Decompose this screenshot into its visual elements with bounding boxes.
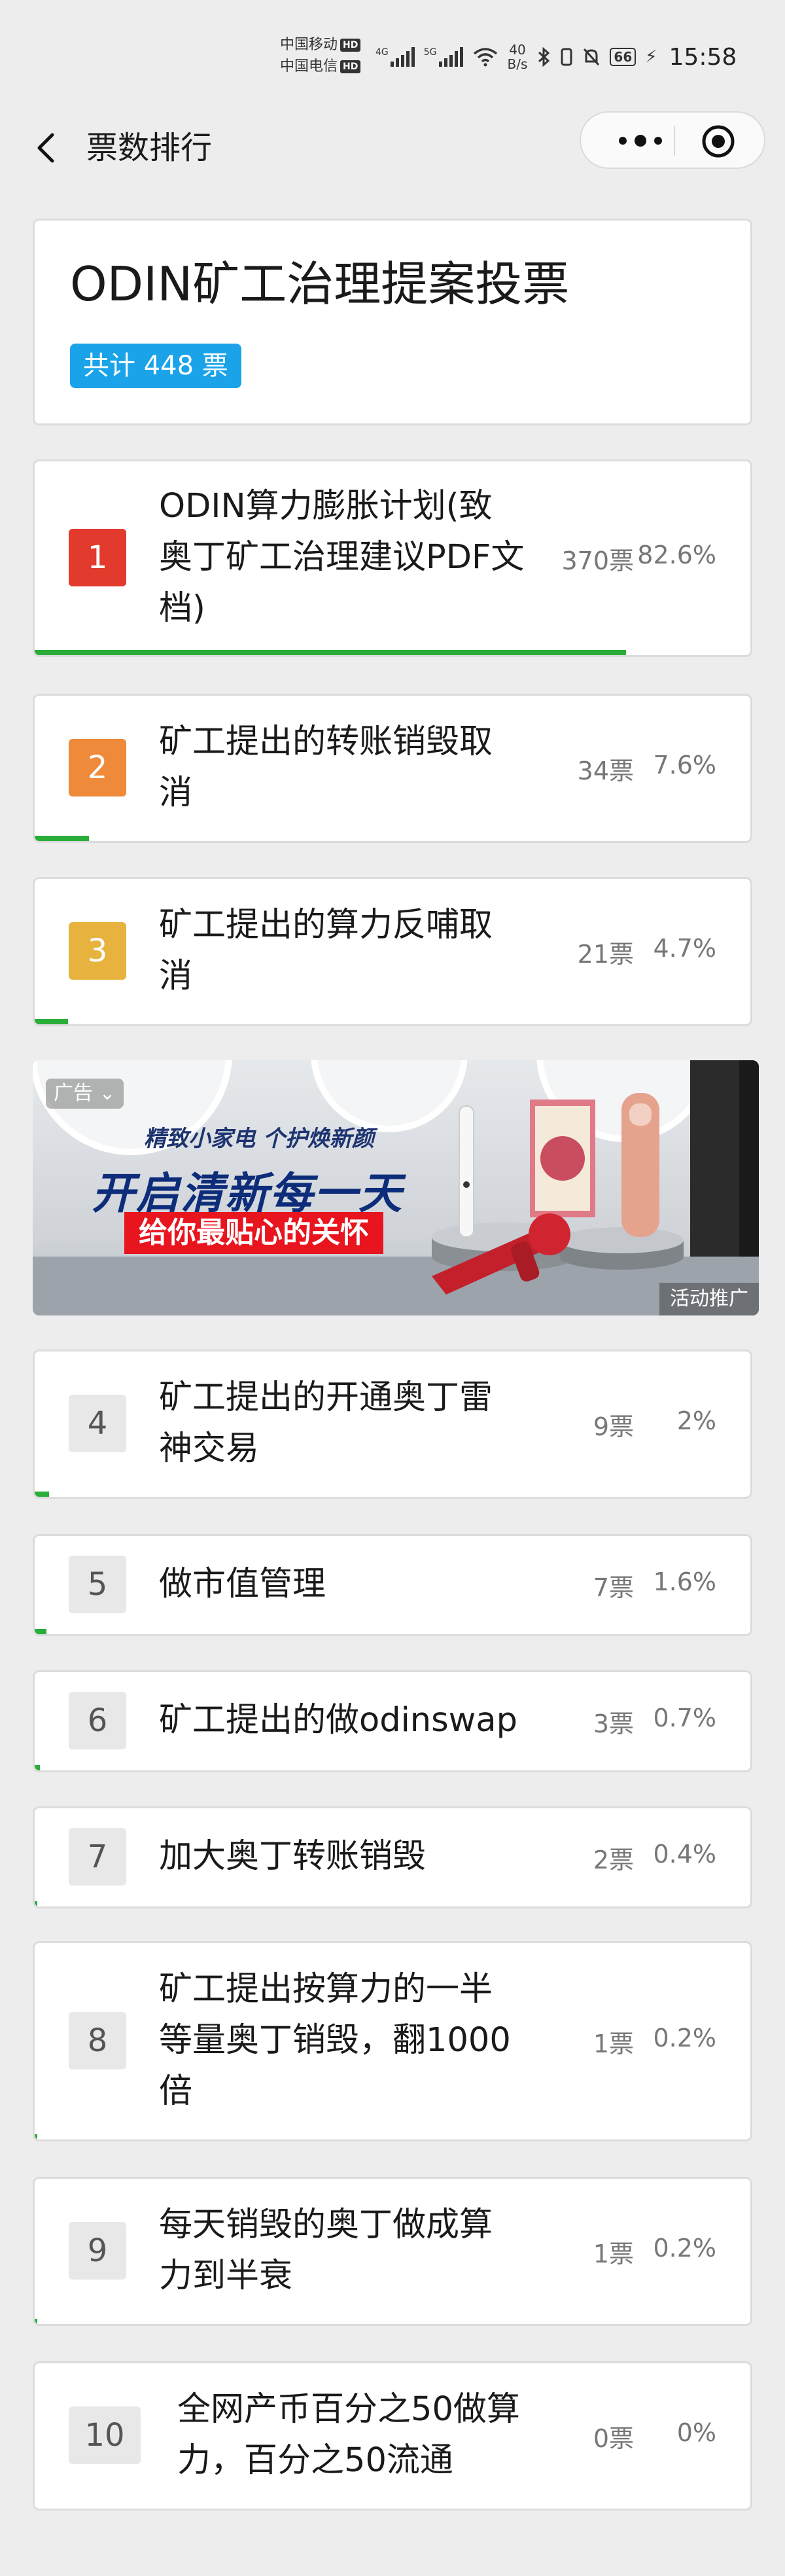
rank-badge: 5 <box>69 1556 126 1613</box>
ranking-item[interactable]: 5 做市值管理 7票 1.6% <box>33 1534 752 1636</box>
total-votes-badge: 共计 448 票 <box>70 344 241 388</box>
vote-percent: 0.7% <box>653 1704 716 1732</box>
rank-badge: 7 <box>69 1828 126 1886</box>
vote-progress-bar <box>35 836 90 841</box>
carrier-1: 中国移动 <box>280 37 338 53</box>
vote-progress-bar <box>35 2319 37 2324</box>
rank-badge: 9 <box>69 2222 126 2280</box>
rank-badge: 10 <box>69 2406 141 2464</box>
ranking-item[interactable]: 1 ODIN算力膨胀计划(致奥丁矿工治理建议PDF文档) 370票 82.6% <box>33 459 752 657</box>
back-arrow-icon[interactable] <box>29 124 61 170</box>
ranking-item[interactable]: 6 矿工提出的做odinswap 3票 0.7% <box>33 1670 752 1772</box>
vibrate-icon <box>561 48 572 66</box>
vote-progress-bar <box>35 1019 69 1024</box>
item-title: 做市值管理 <box>159 1565 326 1603</box>
vote-percent: 0% <box>676 2418 716 2447</box>
ranking-item[interactable]: 10 全网产币百分之50做算力，百分之50流通 0票 0% <box>33 2361 752 2511</box>
battery-indicator: 66 <box>610 48 637 66</box>
vote-percent: 0.4% <box>653 1840 716 1869</box>
vote-percent: 0.2% <box>653 2024 716 2052</box>
item-title: 矿工提出的转账销毁取消 <box>159 723 493 812</box>
signal-5g-icon: 5G <box>424 47 463 67</box>
close-mini-program-icon[interactable] <box>699 122 738 161</box>
more-options-icon[interactable] <box>604 124 676 157</box>
ranking-item[interactable]: 2 矿工提出的转账销毁取消 34票 7.6% <box>33 694 752 843</box>
vote-percent: 1.6% <box>653 1567 716 1596</box>
rank-badge: 6 <box>69 1692 126 1749</box>
carrier-info: 中国移动 HD 中国电信 HD <box>280 34 361 77</box>
ad-banner[interactable]: 广告 ⌄ 精致小家电 个护焕新颜 开启清新每一天 给你最贴心的关怀 活动推广 <box>33 1060 759 1315</box>
net-speed: 40 B/s <box>508 43 528 71</box>
ad-footer: 活动推广 <box>659 1283 759 1315</box>
item-title: 加大奥丁转账销毁 <box>159 1837 427 1876</box>
status-icons: 4G 5G 40 B/s 66 ⚡ 15:58 <box>375 41 737 73</box>
ad-subtitle: 精致小家电 个护焕新颜 <box>144 1126 374 1152</box>
vote-count: 9票 <box>593 1412 634 1441</box>
vote-percent: 0.2% <box>653 2234 716 2263</box>
ad-slogan: 给你最贴心的关怀 <box>124 1212 383 1254</box>
item-title: 全网产币百分之50做算力，百分之50流通 <box>177 2390 520 2480</box>
net-speed-unit: B/s <box>507 56 528 72</box>
capsule-divider <box>674 126 675 156</box>
vote-count: 7票 <box>593 1573 634 1602</box>
net-5g-label: 5G <box>423 47 437 58</box>
bluetooth-icon <box>538 46 550 67</box>
rank-badge: 8 <box>69 2012 126 2069</box>
signal-4g-icon: 4G <box>375 47 415 67</box>
vote-count: 21票 <box>577 940 634 969</box>
vote-progress-bar <box>35 1901 38 1906</box>
rank-badge: 4 <box>69 1395 126 1452</box>
poll-title: ODIN矿工治理提案投票 <box>70 257 570 312</box>
ranking-item[interactable]: 8 矿工提出按算力的一半等量奥丁销毁，翻1000倍 1票 0.2% <box>33 1941 752 2141</box>
vote-percent: 7.6% <box>653 751 716 779</box>
ranking-item[interactable]: 3 矿工提出的算力反哺取消 21票 4.7% <box>33 877 752 1026</box>
page-title: 票数排行 <box>86 130 213 166</box>
vote-count: 3票 <box>593 1709 634 1738</box>
mute-bell-icon <box>584 48 600 66</box>
vote-percent: 2% <box>676 1406 716 1435</box>
clock: 15:58 <box>669 43 737 71</box>
net-4g-label: 4G <box>375 47 389 58</box>
vote-count: 370票 <box>561 546 634 575</box>
item-title: 矿工提出的开通奥丁雷神交易 <box>159 1378 493 1468</box>
vote-progress-bar <box>35 650 626 655</box>
hd-badge: HD <box>340 39 361 52</box>
vote-progress-bar <box>35 2134 37 2139</box>
vote-count: 1票 <box>593 2030 634 2058</box>
mini-program-capsule <box>580 111 765 169</box>
status-bar: 中国移动 HD 中国电信 HD 4G 5G 40 B/s 66 ⚡ 15:58 <box>0 0 785 111</box>
item-title: 矿工提出的做odinswap <box>159 1701 517 1740</box>
hd-badge: HD <box>340 60 361 73</box>
item-title: 矿工提出的算力反哺取消 <box>159 906 493 995</box>
vote-count: 0票 <box>593 2424 634 2453</box>
poll-header-card: ODIN矿工治理提案投票 共计 448 票 <box>33 219 752 425</box>
item-title: 矿工提出按算力的一半等量奥丁销毁，翻1000倍 <box>159 1970 511 2111</box>
vote-count: 34票 <box>577 757 634 785</box>
ranking-item[interactable]: 4 矿工提出的开通奥丁雷神交易 9票 2% <box>33 1350 752 1499</box>
ad-label-text: 广告 <box>54 1082 93 1105</box>
ad-label[interactable]: 广告 ⌄ <box>46 1079 124 1109</box>
vote-count: 2票 <box>593 1846 634 1874</box>
rank-badge: 3 <box>69 922 126 980</box>
carrier-2: 中国电信 <box>280 58 338 75</box>
rank-badge: 1 <box>69 529 126 586</box>
vote-progress-bar <box>35 1765 40 1770</box>
nav-bar: 票数排行 <box>0 111 785 183</box>
item-title: 每天销毁的奥丁做成算力到半衰 <box>159 2206 493 2295</box>
ranking-item[interactable]: 7 加大奥丁转账销毁 2票 0.4% <box>33 1806 752 1908</box>
item-title: ODIN算力膨胀计划(致奥丁矿工治理建议PDF文档) <box>159 487 525 628</box>
wifi-icon <box>473 48 497 67</box>
vote-count: 1票 <box>593 2240 634 2268</box>
charging-icon: ⚡ <box>645 47 657 67</box>
vote-percent: 4.7% <box>653 934 716 963</box>
ranking-item[interactable]: 9 每天销毁的奥丁做成算力到半衰 1票 0.2% <box>33 2177 752 2326</box>
rank-badge: 2 <box>69 739 126 796</box>
vote-progress-bar <box>35 1629 46 1634</box>
vote-percent: 82.6% <box>637 541 716 569</box>
vote-progress-bar <box>35 1492 49 1497</box>
net-speed-value: 40 <box>509 42 526 58</box>
